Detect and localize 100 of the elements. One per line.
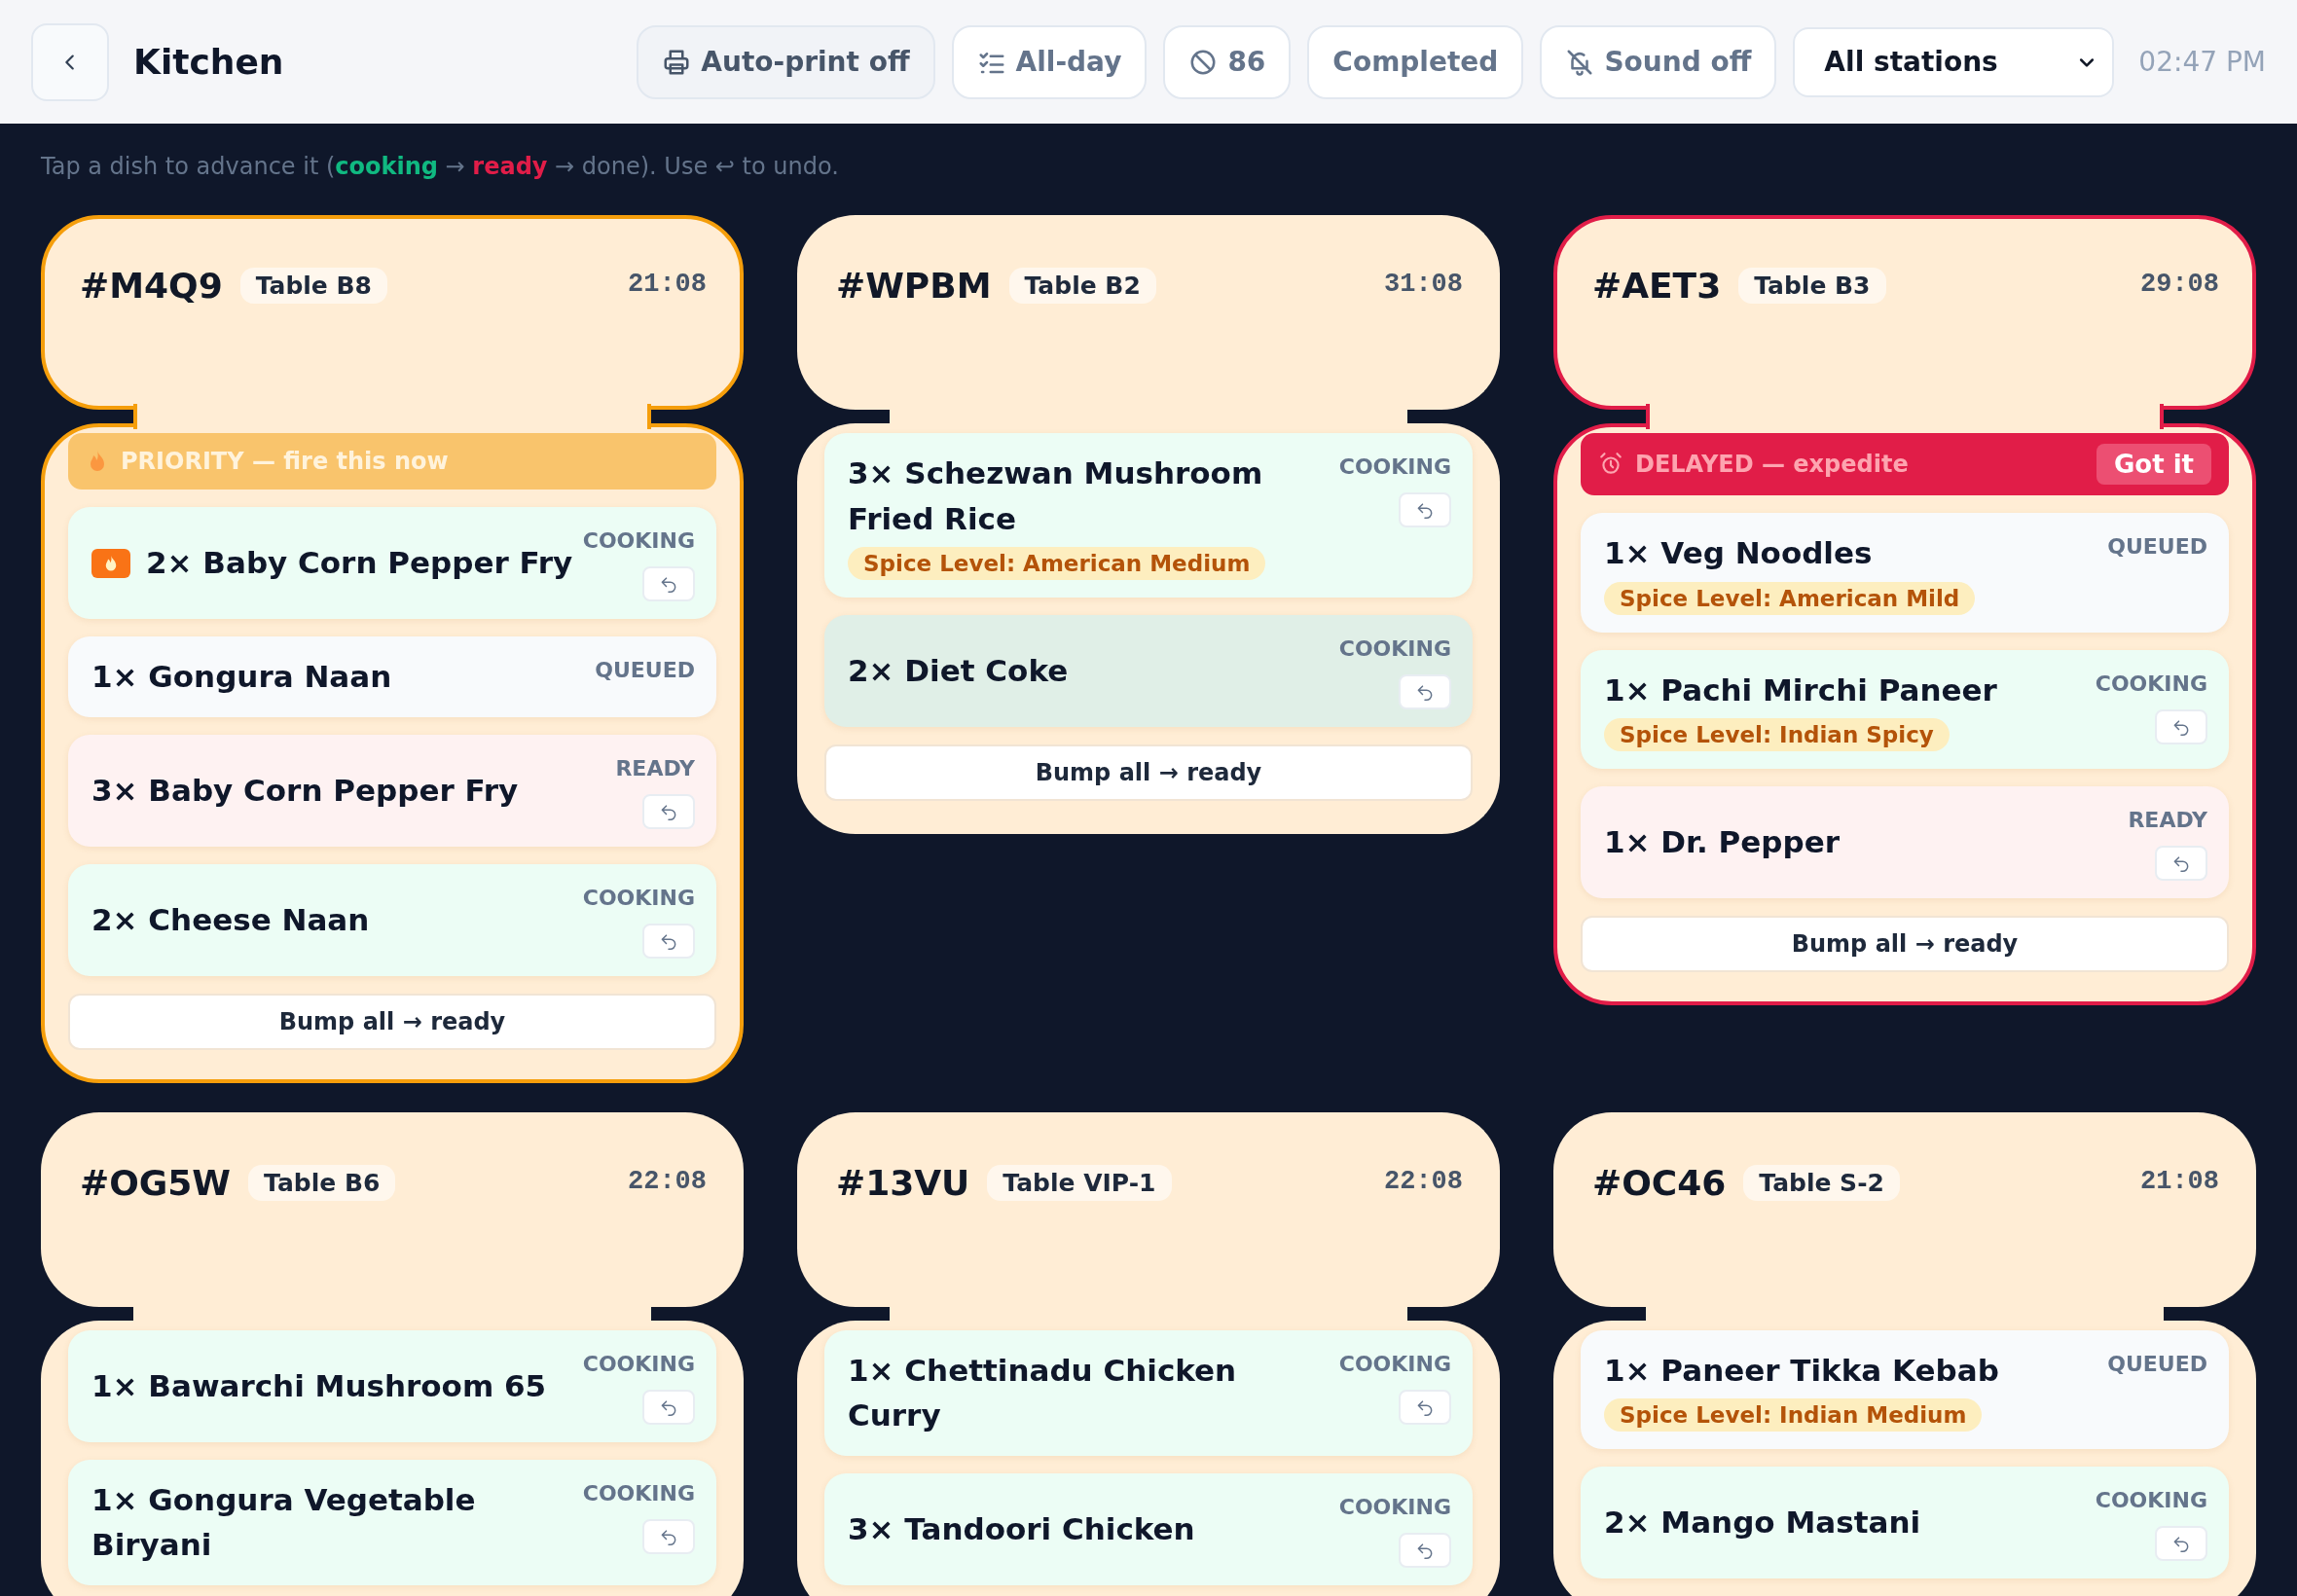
dish-row[interactable]: 2× Cheese Naan COOKING [68,863,716,976]
bump-all-button[interactable]: Bump all → ready [824,744,1473,801]
spice-tag: Spice Level: Indian Medium [1604,1398,1983,1432]
status-label: COOKING [2095,671,2207,696]
toolbar-button[interactable]: All-day [951,24,1148,99]
toolbar-button[interactable]: Sound off [1540,24,1777,99]
order-number: #OC46 [1592,1162,1727,1203]
status-label: QUEUED [595,658,695,682]
undo-button[interactable] [2155,1526,2207,1561]
undo-icon [659,574,678,594]
dish-name: 2× Baby Corn Pepper Fry [146,544,573,583]
dish-name: 1× Bawarchi Mushroom 65 [91,1366,547,1405]
dish-name: 1× Veg Noodles [1604,534,1873,572]
undo-button[interactable] [2155,708,2207,744]
dish-name: 2× Mango Mastani [1604,1504,1921,1542]
elapsed-time: 21:08 [2140,1166,2219,1196]
dish-row[interactable]: 1× Dr. Pepper READY [1581,786,2229,898]
table-tag: Table B6 [248,1164,396,1201]
status-label: READY [615,755,695,780]
undo-icon [1415,682,1435,702]
clock: 02:47 PM [2138,46,2266,78]
table-tag: Table B3 [1738,268,1886,304]
toolbar-button[interactable]: Auto-print off [637,24,935,99]
station-select[interactable]: All stations [1793,26,2115,97]
dish-row[interactable]: 2× Baby Corn Pepper Fry COOKING [68,507,716,619]
hint-text: Tap a dish to advance it (cooking → ready → done). Use ↩ to undo. [41,152,840,182]
status-label: READY [2128,808,2207,832]
table-tag: Table S-2 [1743,1164,1900,1201]
dish-name: 2× Diet Coke [848,652,1069,691]
status-label: COOKING [1338,636,1451,661]
undo-icon [2171,1534,2191,1553]
dish-row[interactable]: 1× Chettinadu Chicken Curry COOKING [824,1329,1473,1456]
table-tag: Table B8 [239,268,387,304]
dish-name: 1× Pachi Mirchi Paneer [1604,671,1997,709]
dish-name: 3× Tandoori Chicken [848,1509,1195,1548]
page-title: Kitchen [133,42,284,82]
status-label: QUEUED [2107,534,2207,559]
dish-row[interactable]: 1× Gongura Naan QUEUED [68,636,716,717]
dish-name: 2× Cheese Naan [91,900,370,939]
dish-name: 1× Dr. Pepper [1604,823,1840,862]
status-label: COOKING [1338,454,1451,479]
spice-tag: Spice Level: American Mild [1604,581,1976,615]
elapsed-time: 21:08 [628,270,707,299]
dish-row[interactable]: 1× Veg Noodles Spice Level: American Mild QUEUED [1581,513,2229,633]
dish-row[interactable]: 1× Gongura Vegetable Biryani COOKING [68,1459,716,1585]
elapsed-time: 31:08 [1384,270,1463,299]
undo-button[interactable] [642,1389,695,1425]
dish-row[interactable]: 3× Tandoori Chicken COOKING [824,1472,1473,1585]
undo-icon [1415,500,1435,520]
undo-icon [2171,853,2191,873]
dish-row[interactable]: 2× Mango Mastani COOKING [1581,1467,2229,1578]
order-number: #M4Q9 [80,266,223,306]
order-number: #AET3 [1592,266,1722,306]
status-label: QUEUED [2107,1351,2207,1376]
status-label: COOKING [582,885,695,910]
dish-row[interactable]: 2× Diet Coke COOKING [824,615,1473,727]
elapsed-time: 22:08 [628,1166,707,1196]
status-label: COOKING [1338,1494,1451,1519]
undo-button[interactable] [642,566,695,601]
dish-row[interactable]: 3× Schezwan Mushroom Fried Rice Spice Level: American Medium COOKING [824,433,1473,598]
spice-tag: Spice Level: American Medium [848,547,1266,580]
undo-button[interactable] [642,923,695,959]
alarm-clock-icon [1598,452,1623,477]
table-tag: Table VIP-1 [987,1164,1172,1201]
dish-row[interactable]: 3× Baby Corn Pepper Fry READY [68,734,716,847]
elapsed-time: 22:08 [1384,1166,1463,1196]
undo-button[interactable] [1399,1389,1451,1425]
banner-text: DELAYED — expedite [1635,451,1909,478]
status-label: COOKING [582,1480,695,1505]
dish-row[interactable]: 1× Pachi Mirchi Paneer Spice Level: Indian Spicy COOKING [1581,649,2229,769]
dish-name: 1× Paneer Tikka Kebab [1604,1351,1999,1390]
undo-button[interactable] [1399,674,1451,709]
order-number: #OG5W [80,1162,232,1203]
undo-button[interactable] [642,1518,695,1554]
dish-name: 1× Gongura Naan [91,658,392,696]
status-label: COOKING [2095,1488,2207,1512]
toolbar-button[interactable]: 86 [1163,24,1292,99]
dish-row[interactable]: 1× Bawarchi Mushroom 65 COOKING [68,1329,716,1442]
dish-name: 1× Chettinadu Chicken Curry [848,1351,1238,1434]
status-label: COOKING [582,1351,695,1376]
bump-all-button[interactable]: Bump all → ready [68,993,716,1050]
elapsed-time: 29:08 [2140,270,2219,299]
dish-name: 1× Gongura Vegetable Biryani [91,1480,477,1564]
status-label: COOKING [582,528,695,553]
toolbar-button[interactable]: Completed [1307,24,1524,99]
got-it-button[interactable]: Got it [2096,444,2211,485]
undo-button[interactable] [2155,846,2207,881]
order-number: #WPBM [836,266,992,306]
banner-text: PRIORITY — fire this now [121,448,449,475]
dish-row[interactable]: 1× Paneer Tikka Kebab Spice Level: Indian Medium QUEUED [1581,1329,2229,1449]
dish-name: 3× Baby Corn Pepper Fry [91,771,519,810]
undo-button[interactable] [642,793,695,829]
spice-tag: Spice Level: Indian Spicy [1604,718,1950,751]
undo-button[interactable] [1399,1532,1451,1568]
bump-all-button[interactable]: Bump all → ready [1581,916,2229,972]
status-label: COOKING [1338,1351,1451,1376]
order-number: #13VU [836,1162,970,1203]
table-tag: Table B2 [1008,268,1156,304]
undo-button[interactable] [1399,492,1451,527]
dish-name: 3× Schezwan Mushroom Fried Rice [848,454,1264,538]
